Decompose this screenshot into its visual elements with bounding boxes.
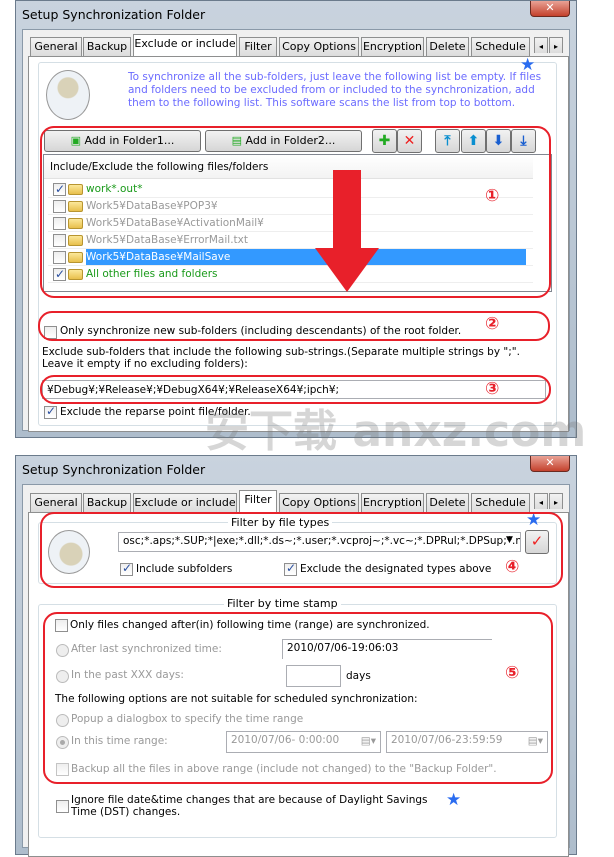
timestamp-title: Filter by time stamp	[224, 597, 341, 610]
tab-schedule[interactable]: Schedule	[471, 37, 530, 56]
ignore-dst-checkbox[interactable]	[56, 800, 69, 813]
annotation-box-4	[40, 512, 563, 588]
tab-scroll-right-icon[interactable]: ▸	[549, 493, 563, 509]
close-button[interactable]: ✕	[530, 456, 570, 472]
tab-schedule[interactable]: Schedule	[471, 493, 530, 512]
tab-backup[interactable]: Backup	[83, 37, 131, 56]
annotation-box-1	[40, 126, 551, 298]
tab-general[interactable]: General	[30, 493, 82, 512]
close-button[interactable]: ✕	[530, 1, 570, 17]
tab-delete[interactable]: Delete	[426, 37, 469, 56]
tab-scroll-left-icon[interactable]: ◂	[534, 493, 548, 509]
red-arrow-icon	[333, 170, 361, 250]
marker-4: ④	[505, 557, 520, 577]
marker-5: ⑤	[505, 663, 520, 683]
tab-scroll-left-icon[interactable]: ◂	[534, 37, 548, 53]
tab-general[interactable]: General	[30, 37, 82, 56]
red-arrow-head-icon	[315, 248, 379, 292]
exclude-reparse-checkbox[interactable]	[44, 404, 57, 419]
window-title: Setup Synchronization Folder	[22, 462, 206, 477]
marker-2: ②	[485, 314, 500, 334]
info-text: To synchronize all the sub-folders, just…	[128, 71, 542, 109]
watermark: 安下载 anxz.com	[205, 406, 587, 457]
tab-delete[interactable]: Delete	[426, 493, 469, 512]
exclude-substrings-label: Exclude sub-folders that include the fol…	[42, 346, 520, 370]
tab-exclude-or-include[interactable]: Exclude or include	[133, 493, 237, 512]
star-icon: ★	[446, 790, 462, 810]
tab-encryption[interactable]: Encryption	[361, 493, 424, 512]
tab-filter[interactable]: Filter	[239, 490, 277, 512]
ignore-dst-label: Ignore file date&time changes that are b…	[71, 794, 428, 818]
annotation-box-2	[38, 311, 550, 341]
sync-logo-icon	[46, 70, 90, 120]
window-title: Setup Synchronization Folder	[22, 7, 206, 22]
tab-backup[interactable]: Backup	[83, 493, 131, 512]
tab-copy-options[interactable]: Copy Options	[279, 37, 359, 56]
tab-filter[interactable]: Filter	[239, 37, 277, 56]
tab-encryption[interactable]: Encryption	[361, 37, 424, 56]
tab-exclude-or-include[interactable]: Exclude or include	[133, 34, 237, 56]
annotation-box-5	[43, 612, 553, 784]
tab-copy-options[interactable]: Copy Options	[279, 493, 359, 512]
tab-scroll-right-icon[interactable]: ▸	[549, 37, 563, 53]
